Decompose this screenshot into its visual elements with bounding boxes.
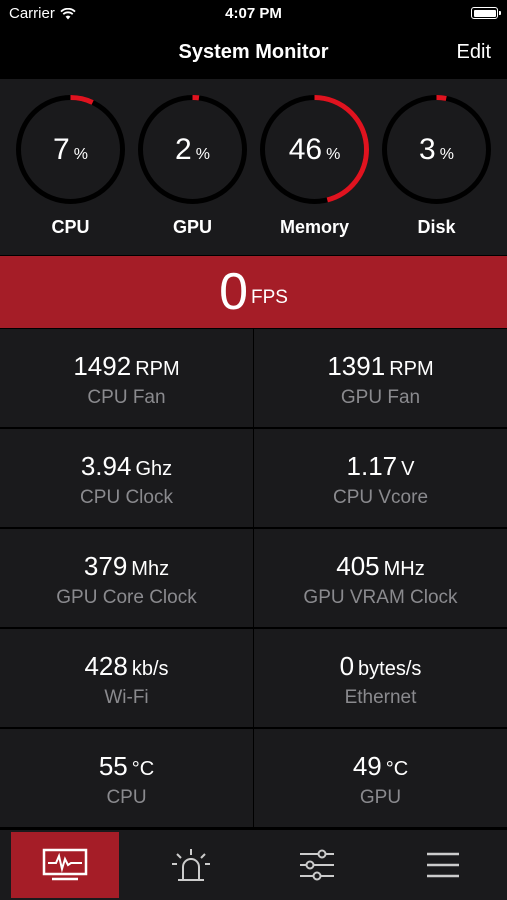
menu-icon: [427, 852, 459, 878]
usage-gauges: 7% CPU 2% GPU 46% Memory 3% Disk: [0, 79, 507, 255]
stat-ethernet: 0 bytes/s Ethernet: [254, 629, 507, 727]
stat-gpu-temp: 49 °C GPU: [254, 729, 507, 827]
fps-value: 0: [219, 263, 248, 321]
alarm-icon: [172, 849, 210, 881]
gauge-disk: 3% Disk: [380, 93, 493, 243]
battery-icon: [471, 7, 501, 19]
stat-gpu-fan: 1391 RPM GPU Fan: [254, 329, 507, 427]
stat-gpu-vram-clock: 405 MHz GPU VRAM Clock: [254, 529, 507, 627]
page-title: System Monitor: [178, 41, 329, 63]
gauge-memory: 46% Memory: [258, 93, 371, 243]
fps-banner: 0 FPS: [0, 256, 507, 328]
gauge-value: 3%: [419, 133, 454, 166]
stat-wifi: 428 kb/s Wi-Fi: [0, 629, 253, 727]
tab-alerts[interactable]: [137, 832, 245, 898]
monitor-icon: [42, 848, 88, 881]
stat-gpu-core-clock: 379 Mhz GPU Core Clock: [0, 529, 253, 627]
navigation-bar: System Monitor Edit: [0, 28, 507, 78]
gauge-label: Memory: [279, 217, 350, 237]
stat-cpu-clock: 3.94 Ghz CPU Clock: [0, 429, 253, 527]
gauge-gpu: 2% GPU: [136, 93, 249, 243]
gauge-label: CPU: [51, 217, 90, 237]
status-time: 4:07 PM: [225, 5, 282, 22]
stat-cpu-temp: 55 °C CPU: [0, 729, 253, 827]
gauge-label: Disk: [417, 217, 456, 237]
tab-settings[interactable]: [263, 832, 371, 898]
tab-bar: [0, 830, 507, 900]
sliders-icon: [300, 849, 334, 881]
status-bar: Carrier 4:07 PM: [0, 0, 507, 28]
fps-unit: FPS: [250, 287, 288, 308]
gauge-label: GPU: [172, 217, 212, 237]
tab-monitor[interactable]: [11, 832, 119, 898]
stat-cpu-fan: 1492 RPM CPU Fan: [0, 329, 253, 427]
gauge-value: 7%: [53, 133, 88, 166]
stat-cpu-vcore: 1.17 V CPU Vcore: [254, 429, 507, 527]
gauge-value: 2%: [175, 133, 210, 166]
tab-menu[interactable]: [389, 832, 497, 898]
gauge-value: 46%: [288, 133, 341, 166]
gauge-cpu: 7% CPU: [14, 93, 127, 243]
edit-button[interactable]: Edit: [457, 41, 491, 64]
